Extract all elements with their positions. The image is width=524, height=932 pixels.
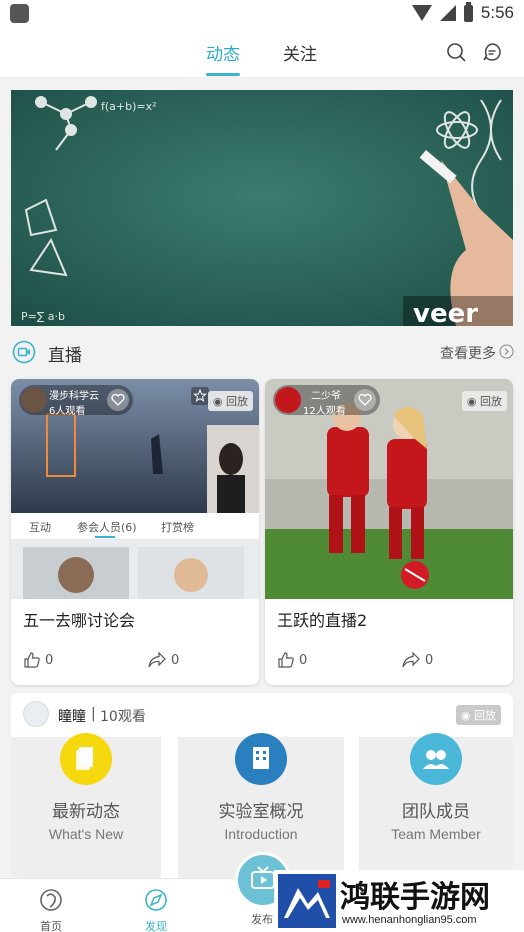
active-tab-indicator [206,73,240,76]
share-icon[interactable] [401,651,421,669]
tile-team-member[interactable]: 团队成员 Team Member [359,733,513,878]
live-card-thumbnail: 二少爷 12人观看 ◉ 回放 [265,379,513,599]
viewer-count: 6人观看 [49,406,86,417]
host-pill[interactable]: 二少爷 12人观看 [273,385,380,417]
like-icon[interactable] [23,651,41,669]
lab-host-name: 瞳瞳 [58,709,86,725]
nav-discover[interactable]: 发现 [131,887,181,932]
building-icon [235,733,287,785]
share-icon[interactable] [147,651,167,669]
site-logo [278,874,336,928]
inner-tab-reward-list[interactable]: 打赏榜 [161,519,194,535]
veer-watermark: veer [413,299,478,326]
like-count: 0 [299,653,308,668]
tile-subtitle: Introduction [224,826,298,842]
tile-title: 团队成员 [402,802,470,822]
like-icon[interactable] [277,651,295,669]
tab-dynamic[interactable]: 动态 [206,40,240,65]
host-name: 二少爷 [311,391,341,402]
lab-card[interactable]: 瞳瞳 | 10观看 ◉ 回放 最新动态 What's New 实验室概况 Int… [11,693,513,878]
chalkboard-illustration: f(a+b)=x² P=∑ a·b veer [11,90,513,326]
share-count: 0 [425,653,434,668]
status-time: 5:56 [480,3,514,22]
replay-badge: ◉ 回放 [461,391,507,411]
watermark-title: 鸿联手游网 [340,880,490,915]
live-card-title: 五一去哪讨论会 [23,611,136,630]
wifi-icon [411,5,432,21]
tile-subtitle: Team Member [391,826,481,842]
avatar [23,701,49,727]
live-section-header: 直播 查看更多 [0,332,524,370]
live-section-title: 直播 [48,346,82,366]
message-icon[interactable] [482,42,502,62]
app-notification-icon [10,4,29,23]
tile-title: 最新动态 [52,802,120,822]
home-icon [40,889,62,911]
like-count: 0 [45,653,54,668]
banner-image[interactable]: f(a+b)=x² P=∑ a·b veer [11,90,513,326]
host-name: 漫步科学云 [49,391,99,402]
live-camera-icon [12,340,36,364]
live-card-title: 王跃的直播2 [277,611,368,630]
site-watermark: 鸿联手游网 www.henanhonglian95.com [274,870,524,932]
host-pill[interactable]: 漫步科学云 6人观看 [19,385,133,417]
avatar [275,387,301,413]
share-count: 0 [171,653,180,668]
document-icon [60,733,112,785]
compass-icon [145,889,167,911]
nav-discover-label: 发现 [145,920,167,932]
viewer-count: 12人观看 [303,406,346,417]
live-card[interactable]: 互动 参会人员(6) 打赏榜 漫步科学云 6人观看 ◉ 回放 五一去哪讨论会 0… [11,379,259,685]
search-icon[interactable] [446,42,466,62]
inner-tab-interact[interactable]: 互动 [29,519,51,535]
live-card[interactable]: 二少爷 12人观看 ◉ 回放 王跃的直播2 0 0 [265,379,513,685]
replay-badge: ◉ 回放 [207,391,253,411]
top-header: 动态 关注 [0,28,524,78]
inner-tab-participants[interactable]: 参会人员(6) [77,519,137,535]
heart-icon[interactable] [107,389,129,411]
tab-follow[interactable]: 关注 [283,40,317,65]
tile-whats-new[interactable]: 最新动态 What's New [11,733,161,878]
battery-icon [463,1,473,22]
view-more-link[interactable]: 查看更多 [440,343,496,363]
tile-title: 实验室概况 [218,802,304,822]
replay-badge: ◉ 回放 [455,705,501,725]
chevron-right-icon[interactable] [499,344,514,359]
tile-subtitle: What's New [48,826,124,842]
svg-text:f(a+b)=x²: f(a+b)=x² [101,100,157,113]
signal-icon [439,5,456,21]
avatar [21,387,47,413]
inner-tab-indicator [95,536,115,538]
heart-icon[interactable] [353,389,376,411]
nav-home[interactable]: 首页 [26,887,76,932]
status-bar: 5:56 [0,0,524,28]
team-icon [410,733,462,785]
watermark-url: www.henanhonglian95.com [342,914,477,926]
live-card-thumbnail: 互动 参会人员(6) 打赏榜 漫步科学云 6人观看 ◉ 回放 [11,379,259,599]
nav-home-label: 首页 [40,920,62,932]
star-icon[interactable] [191,387,209,405]
lab-viewer-count: 10观看 [100,709,146,725]
svg-text:P=∑ a·b: P=∑ a·b [21,310,65,323]
